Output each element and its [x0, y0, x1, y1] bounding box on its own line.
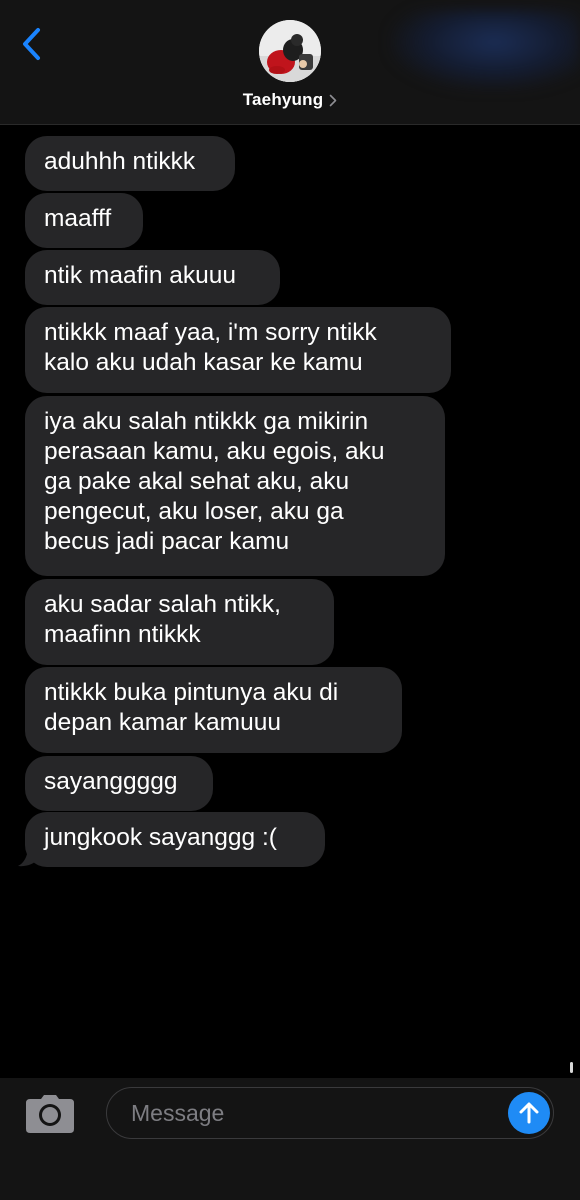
- camera-button[interactable]: [24, 1093, 76, 1135]
- contact-name-button[interactable]: Taehyung: [0, 88, 580, 112]
- message-line: perasaan kamu, aku egois, aku: [44, 438, 385, 465]
- bubble-tail: [18, 833, 38, 867]
- message-input[interactable]: [129, 1098, 493, 1128]
- message-line: kalo aku udah kasar ke kamu: [44, 349, 363, 376]
- message-line: pengecut, aku loser, aku ga: [44, 498, 344, 525]
- message-bubble[interactable]: aku sadar salah ntikk, maafinn ntikkk: [25, 579, 334, 665]
- message-bubble[interactable]: aduhhh ntikkk: [25, 136, 235, 191]
- chevron-right-icon: [330, 94, 337, 106]
- message-line: ntikkk buka pintunya aku di: [44, 679, 339, 706]
- message-line: iya aku salah ntikkk ga mikirin: [44, 408, 369, 435]
- arrow-up-icon: [519, 1102, 539, 1124]
- message-bubble[interactable]: maafff: [25, 193, 143, 248]
- send-button[interactable]: [508, 1092, 550, 1134]
- blurred-region: [390, 10, 580, 90]
- message-line: aku sadar salah ntikk,: [44, 591, 281, 618]
- message-line: aduhhh ntikkk: [44, 148, 196, 175]
- avatar[interactable]: [259, 20, 321, 82]
- chevron-left-icon: [23, 28, 40, 60]
- avatar-image: [259, 20, 321, 82]
- conversation-header: Taehyung: [0, 0, 580, 125]
- message-line: sayanggggg: [44, 768, 178, 795]
- back-button[interactable]: [14, 22, 50, 66]
- message-line: jungkook sayanggg :(: [44, 824, 277, 851]
- message-field[interactable]: [106, 1087, 554, 1139]
- message-line: ntik maafin akuuu: [44, 262, 237, 289]
- message-line: becus jadi pacar kamu: [44, 528, 290, 555]
- scroll-indicator[interactable]: [570, 1062, 573, 1073]
- message-bubble[interactable]: jungkook sayanggg :(: [25, 812, 325, 867]
- message-bubble[interactable]: iya aku salah ntikkk ga mikirin perasaan…: [25, 396, 445, 576]
- message-bubble[interactable]: ntik maafin akuuu: [25, 250, 280, 305]
- message-line: depan kamar kamuuu: [44, 709, 281, 736]
- message-bubble[interactable]: sayanggggg: [25, 756, 213, 811]
- camera-icon: [26, 1095, 74, 1133]
- message-bubble[interactable]: ntikkk buka pintunya aku di depan kamar …: [25, 667, 402, 753]
- message-line: ga pake akal sehat aku, aku: [44, 468, 350, 495]
- contact-name: Taehyung: [242, 90, 324, 109]
- message-line: maafinn ntikkk: [44, 621, 201, 648]
- message-bubble[interactable]: ntikkk maaf yaa, i'm sorry ntikk kalo ak…: [25, 307, 451, 393]
- message-line: ntikkk maaf yaa, i'm sorry ntikk: [44, 319, 377, 346]
- message-line: maafff: [44, 205, 112, 232]
